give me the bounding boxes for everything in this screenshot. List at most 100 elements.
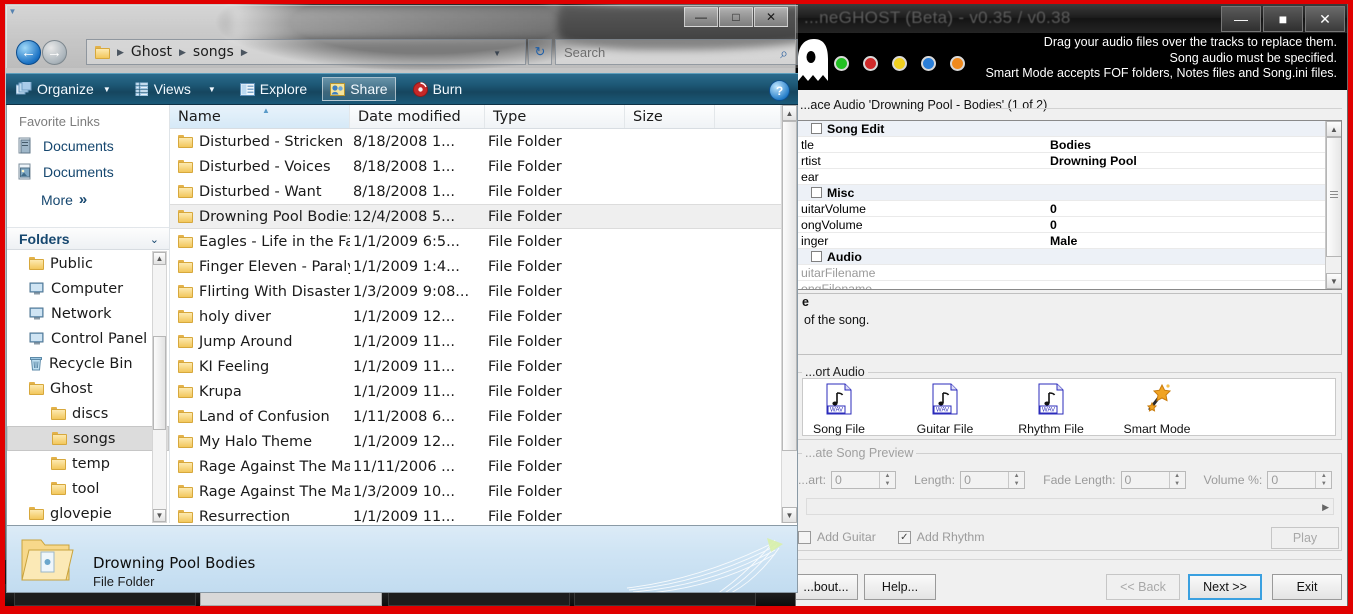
preview-field-stepper[interactable]: 0 ▲ ▼ [1120, 471, 1186, 489]
expand-collapse-icon[interactable] [811, 250, 822, 262]
help-icon[interactable]: ? [769, 80, 790, 101]
tree-scroll-thumb[interactable] [153, 336, 166, 430]
property-row[interactable]: uitarVolume 0 [797, 201, 1325, 217]
tree-item-glovepie[interactable]: glovepie [7, 501, 169, 523]
explorer-minimize-button[interactable]: — [684, 7, 718, 27]
refresh-icon[interactable]: ↻ [528, 39, 552, 65]
column-header-size[interactable]: Size [625, 105, 715, 128]
file-row[interactable]: My Halo Theme 1/1/2009 12... File Folder [170, 429, 781, 454]
stepper-arrows[interactable]: ▲ ▼ [1168, 472, 1185, 488]
ghost-minimize-button[interactable]: — [1221, 6, 1261, 32]
help-button[interactable]: Help... [864, 574, 936, 600]
folders-chevron-down-icon[interactable]: ⌄ [150, 233, 159, 246]
file-row[interactable]: Rage Against The Ma... 1/3/2009 10... File… [170, 479, 781, 504]
import-item-song-file[interactable]: WAV Song File [802, 383, 876, 436]
stepper-down-icon[interactable]: ▼ [880, 480, 895, 488]
property-value[interactable]: Male [1050, 234, 1325, 248]
list-scroll-thumb[interactable] [782, 121, 797, 451]
organize-chevron-down-icon[interactable]: ▼ [103, 85, 111, 94]
property-grid-scroll-down[interactable]: ▼ [1326, 273, 1341, 289]
forward-navigation-button[interactable]: → [42, 40, 67, 65]
preview-slider[interactable]: ▶ [806, 498, 1334, 515]
file-row[interactable]: Jump Around 1/1/2009 11... File Folder [170, 329, 781, 354]
property-row[interactable]: ear [797, 169, 1325, 185]
preview-field-value[interactable]: 0 [832, 472, 880, 488]
property-value[interactable]: 0 [1050, 218, 1325, 232]
property-row[interactable]: inger Male [797, 233, 1325, 249]
toolbar-explore-button[interactable]: Explore [233, 77, 314, 101]
stepper-up-icon[interactable]: ▲ [880, 472, 895, 480]
toolbar-share-button[interactable]: Share [322, 77, 396, 101]
tree-item-ghost[interactable]: Ghost [7, 376, 169, 401]
file-list-scrollbar[interactable]: ▲ ▼ [781, 105, 797, 523]
address-dropdown-chevron-down-icon[interactable]: ▼ [493, 49, 501, 58]
folders-header[interactable]: Folders ⌄ [7, 227, 169, 250]
file-row[interactable]: KI Feeling 1/1/2009 11... File Folder [170, 354, 781, 379]
exit-button[interactable]: Exit [1272, 574, 1342, 600]
tree-item-tool[interactable]: tool [7, 476, 169, 501]
property-category-row[interactable]: Audio [797, 249, 1325, 265]
property-row[interactable]: ongVolume 0 [797, 217, 1325, 233]
file-row[interactable]: Disturbed - Stricken 8/18/2008 1... File F… [170, 129, 781, 154]
play-button[interactable]: Play [1271, 527, 1339, 549]
back-button[interactable]: << Back [1106, 574, 1180, 600]
stepper-down-icon[interactable]: ▼ [1009, 480, 1024, 488]
file-row[interactable]: Eagles - Life in the Fast...1/1/2009 6:5… [170, 229, 781, 254]
file-row[interactable]: Resurrection 1/1/2009 11... File Folder [170, 504, 781, 523]
property-value[interactable]: Bodies [1050, 138, 1325, 152]
address-bar[interactable]: ▶ Ghost ▶ songs ▶ ▼ [86, 39, 526, 65]
import-item-rhythm-file[interactable]: WAV Rhythm File [1014, 383, 1088, 436]
add-rhythm-checkbox[interactable]: ✓ [897, 530, 911, 544]
property-value[interactable]: 0 [1050, 202, 1325, 216]
views-chevron-down-icon[interactable]: ▼ [208, 85, 216, 94]
next-button[interactable]: Next >> [1188, 574, 1262, 600]
tree-scroll-down[interactable]: ▼ [153, 509, 166, 522]
tree-item-network[interactable]: Network [7, 301, 169, 326]
file-row[interactable]: Disturbed - Want 8/18/2008 1... File Folde… [170, 179, 781, 204]
explorer-maximize-button[interactable]: □ [719, 7, 753, 27]
file-row[interactable]: Finger Eleven - Paralyzer1/1/2009 1:4...… [170, 254, 781, 279]
property-category-row[interactable]: Misc [797, 185, 1325, 201]
file-row[interactable]: Disturbed - Voices 8/18/2008 1... File Fol… [170, 154, 781, 179]
tree-item-songs[interactable]: songs [7, 426, 169, 451]
property-value[interactable]: Drowning Pool [1050, 154, 1325, 168]
explorer-close-button[interactable]: ✕ [754, 7, 788, 27]
stepper-down-icon[interactable]: ▼ [1170, 480, 1185, 488]
ghost-close-button[interactable]: ✕ [1305, 6, 1345, 32]
stepper-down-icon[interactable]: ▼ [1316, 480, 1331, 488]
stepper-arrows[interactable]: ▲ ▼ [1008, 472, 1024, 488]
tree-item-recycle-bin[interactable]: Recycle Bin [7, 351, 169, 376]
preview-slider-knob[interactable]: ▶ [1322, 502, 1329, 513]
tree-item-public[interactable]: Public [7, 251, 169, 276]
tree-item-computer[interactable]: Computer [7, 276, 169, 301]
preview-field-stepper[interactable]: 0 ▲ ▼ [960, 471, 1026, 489]
property-row[interactable]: ongFilename [797, 281, 1325, 290]
property-grid-scroll-up[interactable]: ▲ [1326, 121, 1341, 137]
favorite-link-more[interactable]: More » [41, 191, 87, 208]
column-header-type[interactable]: Type [485, 105, 625, 128]
file-row[interactable]: holy diver 1/1/2009 12... File Folder [170, 304, 781, 329]
favorite-link-pictures[interactable]: Documents [17, 163, 114, 181]
toolbar-views-button[interactable]: Views ▼ [128, 77, 223, 101]
breadcrumb-ghost[interactable]: Ghost [131, 44, 172, 60]
file-row[interactable]: Land of Confusion 1/11/2008 6... File Fold… [170, 404, 781, 429]
tree-item-temp[interactable]: temp [7, 451, 169, 476]
ghost-maximize-button[interactable]: ■ [1263, 6, 1303, 32]
property-row[interactable]: rtist Drowning Pool [797, 153, 1325, 169]
favorite-link-documents[interactable]: Documents [17, 137, 114, 155]
add-guitar-checkbox[interactable] [798, 530, 811, 544]
column-header-date-modified[interactable]: Date modified [350, 105, 485, 128]
preview-field-value[interactable]: 0 [1268, 472, 1316, 488]
about-button[interactable]: ...bout... [796, 574, 858, 600]
search-input[interactable]: Search ⌕ [555, 39, 798, 65]
tree-item-discs[interactable]: discs [7, 401, 169, 426]
toolbar-burn-button[interactable]: Burn [406, 77, 470, 101]
stepper-up-icon[interactable]: ▲ [1316, 472, 1331, 480]
ghost-title-bar[interactable]: ...neGHOST (Beta) - v0.35 / v0.38 — ■ ✕ [796, 3, 1347, 33]
expand-collapse-icon[interactable] [811, 186, 822, 198]
import-item-smart-mode[interactable]: Smart Mode [1120, 383, 1194, 436]
list-scroll-up[interactable]: ▲ [782, 105, 797, 121]
property-grid-scrollbar[interactable]: ▲ ▼ [1325, 121, 1341, 289]
song-property-grid[interactable]: Song Edit tle Bodies rtist Drowning Pool ear M… [796, 120, 1342, 290]
tree-item-control-panel[interactable]: Control Panel [7, 326, 169, 351]
